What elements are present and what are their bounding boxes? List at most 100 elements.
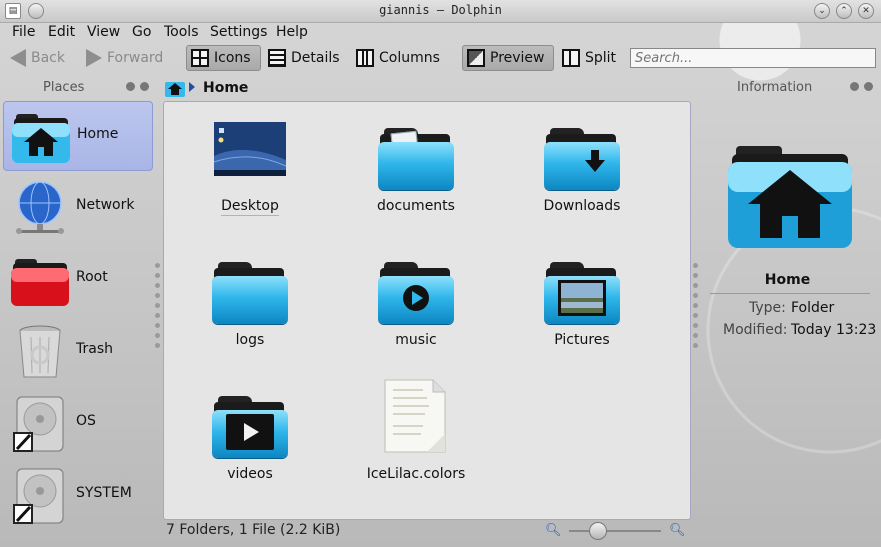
file-name: music (395, 332, 437, 348)
places-item-label: Trash (76, 341, 113, 357)
split-label: Split (585, 50, 617, 66)
icons-view-button[interactable]: Icons (186, 45, 261, 71)
icons-view-label: Icons (214, 50, 251, 66)
breadcrumb-separator-icon (189, 82, 195, 92)
info-divider (710, 293, 870, 294)
info-modified-label: Modified: (723, 322, 788, 338)
home-folder-icon (12, 114, 70, 163)
info-name: Home (764, 272, 811, 288)
zoom-slider-thumb[interactable] (588, 522, 607, 540)
preview-button[interactable]: Preview (462, 45, 554, 71)
folder-icon (544, 128, 620, 192)
information-panel: Information Home Type: Folder Modified: … (700, 76, 881, 546)
panel-float-icon[interactable] (850, 82, 859, 91)
file-item-logs[interactable]: logs (185, 244, 315, 354)
places-item-system[interactable]: SYSTEM (3, 461, 153, 531)
trash-icon (19, 325, 61, 378)
search-input[interactable] (630, 48, 876, 68)
root-folder-icon (11, 259, 69, 306)
file-name: Desktop (221, 198, 279, 214)
places-panel: Places Home Network Root Trash OS SYSTEM (0, 76, 160, 546)
forward-button[interactable]: Forward (82, 45, 167, 71)
icons-view-icon (191, 49, 209, 67)
places-item-os[interactable]: OS (3, 389, 153, 459)
details-view-label: Details (291, 50, 340, 66)
menu-bar: File Edit View Go Tools Settings Help (0, 22, 881, 44)
preview-icon (467, 49, 485, 67)
places-item-trash[interactable]: Trash (3, 317, 153, 387)
info-type-value: Folder (791, 300, 835, 316)
back-arrow-icon (10, 49, 26, 67)
file-item-desktop[interactable]: Desktop (185, 110, 315, 220)
places-item-label: Network (76, 197, 135, 213)
forward-arrow-icon (86, 49, 102, 67)
panel-float-icon[interactable] (126, 82, 135, 91)
maximize-icon[interactable]: ⌃ (836, 3, 852, 19)
file-name: logs (235, 332, 265, 348)
folder-icon (378, 262, 454, 326)
preview-label: Preview (490, 50, 545, 66)
information-title: Information (737, 80, 813, 95)
places-title: Places (43, 80, 85, 95)
zoom-out-icon[interactable]: 🔍︎ (545, 523, 562, 538)
play-icon (403, 285, 429, 311)
folder-icon (212, 396, 288, 460)
file-item-videos[interactable]: videos (185, 378, 315, 488)
file-item-documents[interactable]: documents (351, 110, 481, 220)
zoom-slider-track[interactable] (569, 530, 661, 532)
file-item-music[interactable]: music (351, 244, 481, 354)
split-button[interactable]: Split (558, 45, 620, 71)
places-item-home[interactable]: Home (3, 101, 153, 171)
panel-close-icon[interactable] (864, 82, 873, 91)
window-title: giannis – Dolphin (379, 3, 502, 17)
file-name: Pictures (554, 332, 610, 348)
file-name: Downloads (543, 198, 621, 214)
places-item-root[interactable]: Root (3, 245, 153, 315)
home-icon[interactable] (165, 79, 185, 97)
menu-help[interactable]: Help (276, 24, 308, 40)
menu-edit[interactable]: Edit (48, 24, 75, 40)
columns-view-button[interactable]: Columns (352, 45, 444, 71)
minimize-icon[interactable]: ⌄ (814, 3, 830, 19)
places-item-label: OS (76, 413, 96, 429)
file-name: documents (377, 198, 455, 214)
zoom-control: 🔍︎ 🔍︎ (545, 522, 686, 542)
folder-icon (544, 262, 620, 326)
desktop-folder-icon (214, 122, 286, 176)
details-view-button[interactable]: Details (264, 45, 344, 71)
toolbar: Back Forward Icons Details Columns Previ… (0, 44, 881, 74)
folder-icon (378, 128, 454, 192)
hard-drive-icon (13, 468, 64, 524)
file-view[interactable]: Desktop documents Downloads logs music P… (163, 101, 691, 520)
breadcrumb: Home (165, 78, 690, 100)
columns-view-label: Columns (379, 50, 440, 66)
file-item-downloads[interactable]: Downloads (517, 110, 647, 220)
back-label: Back (31, 50, 65, 66)
status-text: 7 Folders, 1 File (2.2 KiB) (166, 522, 341, 538)
breadcrumb-current[interactable]: Home (203, 80, 248, 96)
file-item-icelilac-colors[interactable]: IceLilac.colors (351, 378, 481, 488)
menu-view[interactable]: View (87, 24, 120, 40)
places-item-network[interactable]: Network (3, 173, 153, 243)
menu-go[interactable]: Go (132, 24, 151, 40)
places-item-label: Home (77, 126, 119, 142)
panel-close-icon[interactable] (140, 82, 149, 91)
menu-settings[interactable]: Settings (210, 24, 267, 40)
network-globe-icon (16, 181, 64, 234)
file-item-pictures[interactable]: Pictures (517, 244, 647, 354)
info-resize-handle[interactable] (693, 258, 699, 353)
places-resize-handle[interactable] (155, 258, 161, 353)
places-item-label: Root (76, 269, 108, 285)
forward-label: Forward (107, 50, 164, 66)
hard-drive-icon (13, 396, 64, 452)
menu-tools[interactable]: Tools (164, 24, 199, 40)
menu-file[interactable]: File (12, 24, 35, 40)
split-icon (562, 49, 580, 67)
back-button[interactable]: Back (6, 45, 69, 71)
zoom-in-icon[interactable]: 🔍︎ (669, 523, 686, 538)
text-file-icon (384, 379, 446, 453)
info-modified-value: Today 13:23 (791, 322, 877, 338)
places-item-label: SYSTEM (76, 485, 132, 501)
close-icon[interactable]: ✕ (858, 3, 874, 19)
download-arrow-icon (585, 150, 605, 172)
